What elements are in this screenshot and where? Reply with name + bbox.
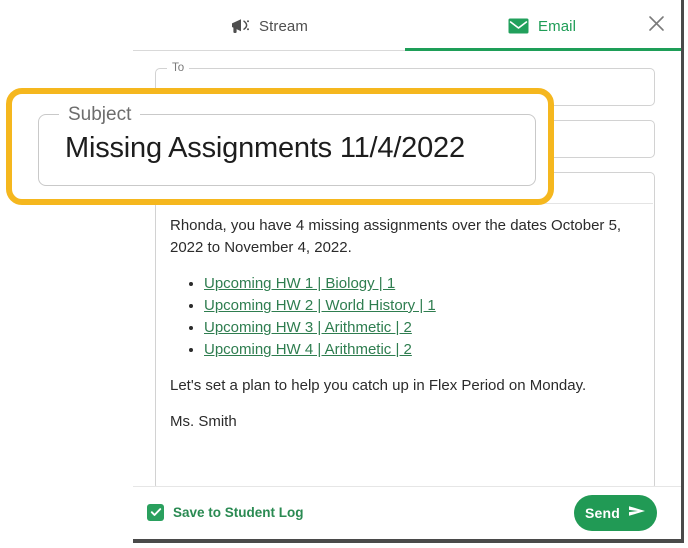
tab-stream-label: Stream: [259, 17, 308, 35]
list-item: Upcoming HW 3 | Arithmetic | 2: [204, 317, 642, 339]
magnified-subject-value: Missing Assignments 11/4/2022: [65, 132, 465, 164]
tab-underline-inactive: [133, 50, 405, 51]
envelope-icon: [508, 18, 529, 34]
body-paragraph-2: Let's set a plan to help you catch up in…: [170, 377, 587, 394]
assignment-link[interactable]: Upcoming HW 3 | Arithmetic | 2: [204, 319, 412, 336]
dialog-inner: Stream Email To Rhonda, you have 4 missi…: [133, 0, 681, 539]
send-button[interactable]: Send: [574, 495, 657, 531]
tab-strip: Stream Email: [133, 0, 681, 52]
send-button-label: Send: [584, 505, 621, 521]
assignment-link[interactable]: Upcoming HW 2 | World History | 1: [204, 297, 436, 314]
paper-plane-icon: [628, 504, 646, 523]
list-item: Upcoming HW 1 | Biology | 1: [204, 273, 642, 295]
checkbox-checked-icon: [147, 503, 164, 521]
missing-assignments-list: Upcoming HW 1 | Biology | 1 Upcoming HW …: [170, 273, 642, 361]
save-to-student-log-label: Save to Student Log: [173, 504, 304, 520]
megaphone-icon: [230, 17, 250, 35]
screenshot-root: Stream Email To Rhonda, you have 4 missi…: [0, 0, 688, 548]
tab-stream[interactable]: Stream: [230, 10, 308, 42]
tab-email-label: Email: [538, 17, 577, 35]
message-body-content[interactable]: Rhonda, you have 4 missing assignments o…: [170, 215, 642, 481]
subject-field-magnifier-callout: Subject Missing Assignments 11/4/2022: [6, 88, 554, 205]
body-paragraph-1: Rhonda, you have 4 missing assignments o…: [170, 217, 622, 256]
magnified-subject-field[interactable]: Subject Missing Assignments 11/4/2022: [38, 102, 536, 186]
dialog-footer: Save to Student Log Send: [133, 486, 681, 539]
to-field-label: To: [167, 61, 190, 75]
assignment-link[interactable]: Upcoming HW 1 | Biology | 1: [204, 275, 395, 292]
tab-underline-active: [405, 48, 681, 51]
tab-email[interactable]: Email: [508, 10, 576, 42]
magnified-subject-label: Subject: [59, 102, 141, 128]
message-body-field[interactable]: B I U: [155, 172, 655, 490]
email-compose-dialog: Stream Email To Rhonda, you have 4 missi…: [133, 0, 684, 543]
save-to-student-log-checkbox[interactable]: Save to Student Log: [147, 499, 304, 525]
list-item: Upcoming HW 4 | Arithmetic | 2: [204, 339, 642, 361]
list-item: Upcoming HW 2 | World History | 1: [204, 295, 642, 317]
body-signature: Ms. Smith: [170, 413, 237, 430]
assignment-link[interactable]: Upcoming HW 4 | Arithmetic | 2: [204, 341, 412, 358]
close-icon[interactable]: [641, 8, 671, 38]
